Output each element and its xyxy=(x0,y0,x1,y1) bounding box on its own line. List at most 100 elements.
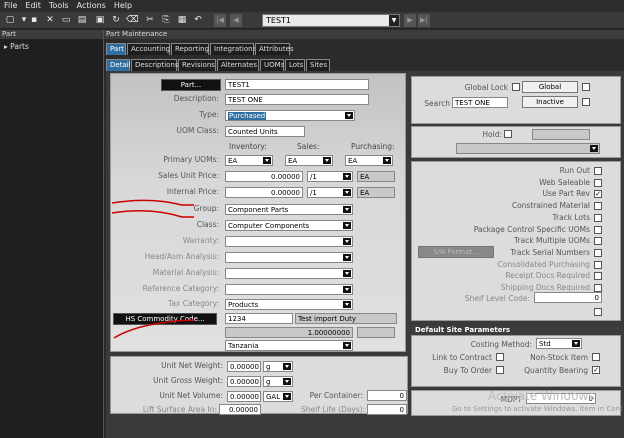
chevron-down-icon[interactable] xyxy=(343,238,351,245)
chevron-down-icon[interactable] xyxy=(343,286,351,293)
unit-net-volume-uom[interactable]: GAL xyxy=(263,391,293,402)
clear-icon[interactable]: ⌫ xyxy=(126,14,139,26)
per-container-field[interactable]: 0 xyxy=(367,390,407,401)
tab-accounting[interactable]: Accounting xyxy=(127,43,170,55)
next-record-icon[interactable]: ▶ xyxy=(404,14,416,27)
sn-format-button[interactable]: S/N Format... xyxy=(418,246,494,258)
warranty-select[interactable] xyxy=(225,236,353,247)
reference-category-select[interactable] xyxy=(225,284,353,295)
chevron-down-icon[interactable] xyxy=(283,363,291,370)
menu-help[interactable]: Help xyxy=(110,0,136,12)
chevron-down-icon[interactable] xyxy=(343,342,351,349)
prev-record-icon[interactable]: ◀ xyxy=(230,14,242,27)
chevron-down-icon[interactable] xyxy=(343,222,351,229)
paste-icon[interactable]: ▦ xyxy=(176,14,188,26)
chevron-down-icon[interactable] xyxy=(283,393,291,400)
save-icon[interactable]: ▪ xyxy=(28,14,40,26)
primary-purchasing-uom[interactable]: EA xyxy=(345,155,393,166)
flag-checkbox[interactable] xyxy=(594,284,602,292)
primary-inventory-uom[interactable]: EA xyxy=(225,155,273,166)
tab-part[interactable]: Part xyxy=(106,43,126,55)
material-analysis-select[interactable] xyxy=(225,268,353,279)
chevron-down-icon[interactable] xyxy=(263,157,271,164)
chevron-down-icon[interactable] xyxy=(343,301,351,308)
shelf-level-field[interactable]: 0 xyxy=(534,292,602,303)
costing-method-select[interactable]: Std xyxy=(536,338,582,349)
lift-surface-field[interactable]: 0.00000 xyxy=(219,404,261,415)
tax-category-select[interactable]: Products xyxy=(225,299,353,310)
new-icon[interactable]: ▢ xyxy=(4,14,16,26)
global-lock-checkbox[interactable] xyxy=(512,83,520,91)
search-field[interactable]: TEST ONE xyxy=(452,97,508,108)
internal-price-field[interactable]: 0.00000 xyxy=(225,187,303,198)
hold-checkbox[interactable] xyxy=(504,130,512,138)
description-field[interactable]: TEST ONE xyxy=(225,94,369,105)
tree-expand-icon[interactable]: ▸ xyxy=(4,42,8,51)
internal-per-field[interactable]: /1 xyxy=(307,187,353,198)
chevron-down-icon[interactable] xyxy=(343,270,351,277)
class-select[interactable]: Computer Components xyxy=(225,220,353,231)
attach-icon[interactable]: ▣ xyxy=(94,14,106,26)
chevron-down-icon[interactable]: ▼ xyxy=(389,15,399,26)
unit-gross-weight-field[interactable]: 0.00000 xyxy=(227,376,261,387)
part-button[interactable]: Part... xyxy=(161,79,221,91)
tab-alternates[interactable]: Alternates xyxy=(217,59,259,71)
flag-checkbox[interactable] xyxy=(594,272,602,281)
tab-descriptions[interactable]: Descriptions xyxy=(131,59,179,71)
copy-icon[interactable]: ⎘ xyxy=(160,14,172,26)
last-record-icon[interactable]: ▶| xyxy=(418,14,430,27)
tab-attributes[interactable]: Attributes xyxy=(255,43,294,55)
undo-icon[interactable]: ↶ xyxy=(192,14,204,26)
unit-net-weight-uom[interactable]: g xyxy=(263,361,293,372)
flag-checkbox[interactable] xyxy=(594,167,602,175)
sales-per-field[interactable]: /1 xyxy=(307,171,353,182)
group-select[interactable]: Component Parts xyxy=(225,204,353,215)
primary-sales-uom[interactable]: EA xyxy=(285,155,333,166)
record-selector[interactable]: TEST1 ▼ xyxy=(262,14,400,27)
flag-checkbox[interactable]: ✓ xyxy=(594,190,602,199)
cut-icon[interactable]: ✂ xyxy=(144,14,156,26)
inactive-checkbox[interactable] xyxy=(582,98,590,106)
chevron-down-icon[interactable] xyxy=(343,189,351,196)
tab-reporting[interactable]: Reporting xyxy=(171,43,209,55)
link-contract-checkbox[interactable] xyxy=(496,353,504,361)
book-icon[interactable]: ▭ xyxy=(60,14,72,26)
chevron-down-icon[interactable] xyxy=(590,145,598,152)
hs-country-select[interactable]: Tanzania xyxy=(225,340,353,351)
unit-net-volume-field[interactable]: 0.00000 xyxy=(227,391,261,402)
flag-checkbox[interactable] xyxy=(594,260,602,269)
refresh-icon[interactable]: ↻ xyxy=(110,14,122,26)
flag-checkbox[interactable] xyxy=(594,178,602,187)
tab-detail[interactable]: Detail xyxy=(106,59,131,71)
flag-checkbox[interactable] xyxy=(594,237,602,246)
tab-sites[interactable]: Sites xyxy=(306,59,330,71)
shelf-life-field[interactable]: 0 xyxy=(367,404,407,415)
unit-gross-weight-uom[interactable]: g xyxy=(263,376,293,387)
buy-to-order-checkbox[interactable] xyxy=(496,366,504,374)
menu-file[interactable]: File xyxy=(0,0,21,12)
menu-edit[interactable]: Edit xyxy=(21,0,45,12)
chevron-down-icon[interactable] xyxy=(343,254,351,261)
delete-icon[interactable]: ✕ xyxy=(44,14,56,26)
flag-checkbox[interactable] xyxy=(594,248,602,257)
hold-reason-select[interactable] xyxy=(456,143,600,154)
chevron-down-icon[interactable] xyxy=(283,378,291,385)
flag-checkbox[interactable] xyxy=(594,225,602,234)
chevron-down-icon[interactable] xyxy=(345,112,353,119)
flag-checkbox[interactable] xyxy=(594,202,602,211)
global-button[interactable]: Global xyxy=(522,81,578,93)
tab-revisions[interactable]: Revisions xyxy=(178,59,216,71)
chevron-down-icon[interactable] xyxy=(343,206,351,213)
unit-net-weight-field[interactable]: 0.00000 xyxy=(227,361,261,372)
print-icon[interactable]: ▤ xyxy=(76,14,88,26)
chevron-down-icon[interactable] xyxy=(323,157,331,164)
uom-class-field[interactable]: Counted Units xyxy=(225,126,305,137)
quantity-bearing-checkbox[interactable]: ✓ xyxy=(592,366,600,374)
hs-code-field[interactable]: 1234 xyxy=(225,313,293,324)
flag-checkbox[interactable] xyxy=(594,213,602,222)
sales-unit-price-field[interactable]: 0.00000 xyxy=(225,171,303,182)
non-stock-checkbox[interactable] xyxy=(592,353,600,361)
tab-integrations[interactable]: Integrations xyxy=(210,43,256,55)
first-record-icon[interactable]: |◀ xyxy=(214,14,226,27)
chevron-down-icon[interactable] xyxy=(383,157,391,164)
